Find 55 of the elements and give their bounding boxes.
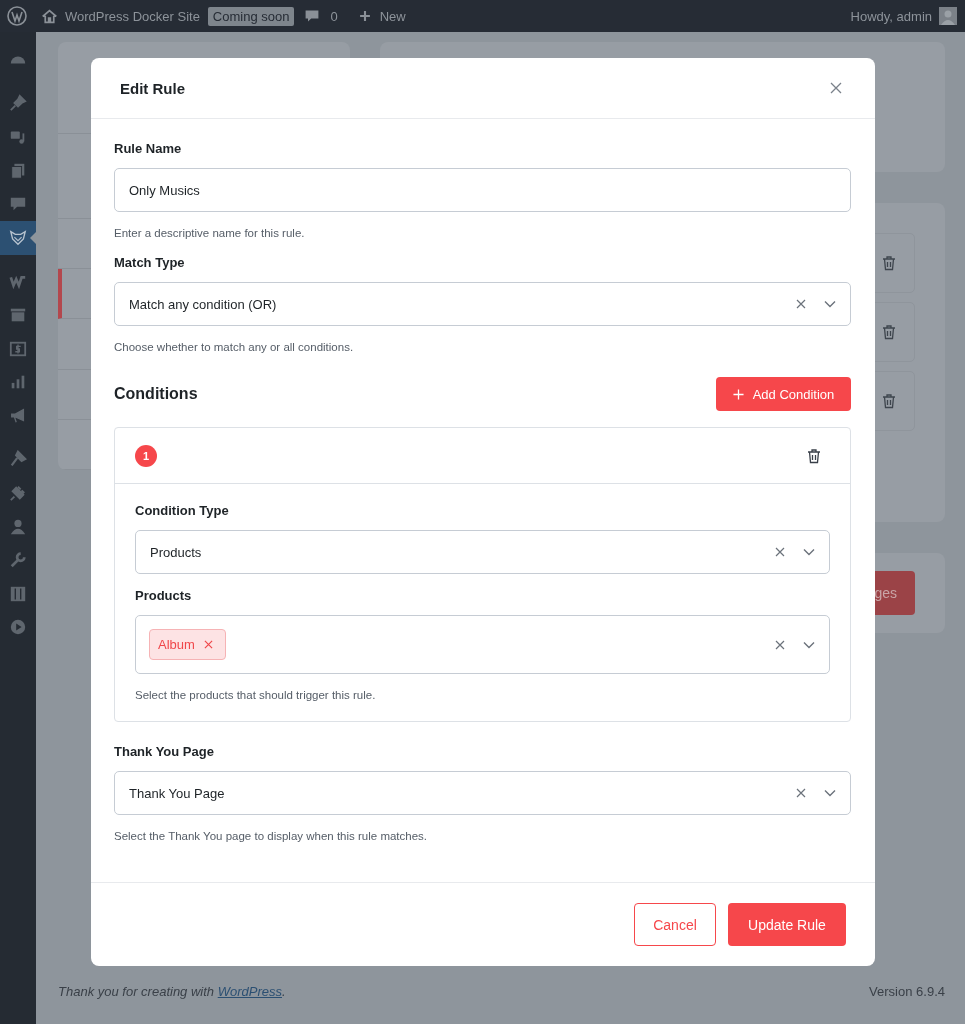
remove-icon[interactable] — [203, 640, 213, 649]
section-title: Conditions — [114, 385, 198, 403]
home-icon — [41, 7, 58, 25]
megaphone-icon — [9, 406, 27, 425]
field-label: Rule Name — [114, 141, 183, 156]
field-label: Match Type — [114, 255, 186, 270]
help-text: Enter a descriptive name for this rule. — [114, 227, 306, 239]
footer-credit: Thank you for creating with WordPress. — [58, 984, 286, 999]
help-text: Choose whether to match any or all conditions. — [114, 341, 355, 353]
clear-icon[interactable] — [796, 788, 806, 798]
select-field[interactable]: Thank You Page — [114, 771, 851, 815]
site-name-link[interactable]: WordPress Docker Site — [65, 8, 200, 24]
select-field[interactable]: Match any condition (OR) — [114, 282, 851, 326]
new-link[interactable]: New — [379, 8, 406, 24]
text-field[interactable]: Only Musics — [114, 168, 851, 212]
field-label: Products — [135, 588, 193, 603]
field-label: Thank You Page — [114, 744, 215, 759]
close-icon[interactable] — [830, 82, 842, 94]
chevron-down-icon[interactable] — [803, 640, 815, 649]
version-text: Version 6.9.4 — [869, 984, 945, 999]
wordpress-logo-icon[interactable] — [7, 6, 27, 26]
clear-icon[interactable] — [775, 639, 785, 650]
play-icon — [9, 618, 27, 637]
user-icon — [9, 517, 27, 536]
plus-icon — [732, 388, 744, 400]
help-text: Select the Thank You page to display when this rule matches. — [114, 830, 429, 842]
comment-count[interactable]: 0 — [330, 8, 338, 24]
help-text: Select the products that should trigger this rule. — [135, 689, 377, 701]
pages-icon — [9, 161, 27, 180]
greeting-link[interactable]: Howdy, admin — [850, 8, 932, 24]
money-icon — [9, 339, 27, 358]
field-label: Condition Type — [135, 503, 230, 518]
update-rule-button[interactable]: Update Rule — [728, 903, 846, 946]
product-tag[interactable]: Album — [149, 629, 226, 660]
chevron-down-icon[interactable] — [803, 548, 815, 556]
dialog-title: Edit Rule — [120, 79, 185, 97]
comment-icon — [304, 8, 321, 24]
fox-menu-item[interactable] — [0, 220, 36, 255]
trash-icon[interactable] — [806, 447, 822, 464]
cancel-button[interactable]: Cancel — [634, 903, 716, 946]
avatar-icon — [939, 7, 957, 25]
add-condition-button[interactable]: Add Condition — [716, 377, 851, 411]
chevron-down-icon[interactable] — [824, 789, 836, 797]
multi-select-field[interactable]: Album — [135, 615, 830, 674]
fox-icon — [9, 228, 27, 247]
pin-icon — [9, 94, 27, 113]
select-field[interactable]: Products — [135, 530, 830, 574]
clear-icon[interactable] — [775, 547, 785, 557]
clear-icon[interactable] — [796, 299, 806, 309]
plus-icon — [357, 9, 372, 23]
chevron-down-icon[interactable] — [824, 300, 836, 308]
wordpress-link[interactable]: WordPress — [217, 984, 282, 999]
condition-number: 1 — [135, 444, 157, 467]
wrench-icon — [9, 551, 27, 570]
coming-soon-badge: Coming soon — [207, 6, 295, 26]
